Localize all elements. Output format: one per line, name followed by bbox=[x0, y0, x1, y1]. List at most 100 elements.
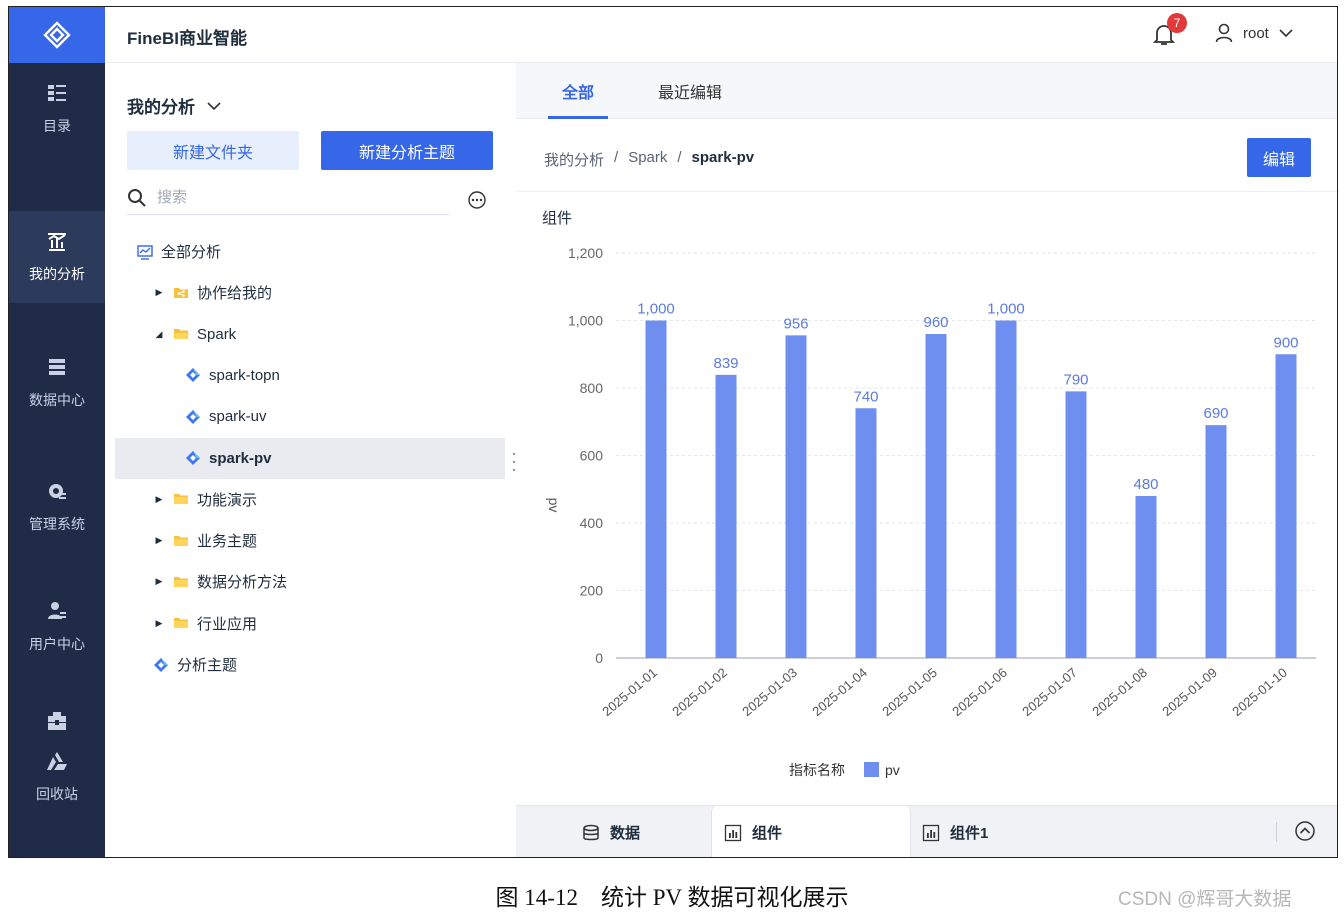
breadcrumb-separator: / bbox=[677, 149, 682, 166]
bottom-tab-widget[interactable]: 组件 bbox=[711, 806, 911, 857]
breadcrumb-current: spark-pv bbox=[691, 149, 755, 166]
bar-chart-icon bbox=[922, 824, 940, 842]
x-tick-label: 2025-01-09 bbox=[1159, 665, 1220, 719]
tree-item[interactable]: 全部分析 bbox=[115, 231, 505, 272]
caret-right-icon[interactable]: ▶ bbox=[153, 494, 165, 505]
breadcrumb: 我的分析 / Spark / spark-pv bbox=[544, 149, 754, 170]
tree-item-label: spark-uv bbox=[209, 408, 267, 426]
folder-open-icon bbox=[173, 326, 189, 342]
caret-right-icon[interactable]: ▶ bbox=[153, 535, 165, 546]
tree-item-label: 数据分析方法 bbox=[197, 574, 288, 592]
tree-item[interactable]: ▶ 数据分析方法 bbox=[115, 561, 505, 602]
panel-title: 我的分析 bbox=[127, 98, 195, 117]
x-tick-label: 2025-01-07 bbox=[1019, 665, 1080, 719]
x-tick-label: 2025-01-05 bbox=[879, 665, 940, 719]
dashboard-icon bbox=[137, 244, 153, 260]
edit-button[interactable]: 编辑 bbox=[1247, 138, 1311, 177]
tree-item[interactable]: spark-topn bbox=[115, 355, 505, 396]
subject-icon bbox=[153, 657, 169, 673]
collapse-up-icon[interactable] bbox=[1294, 820, 1316, 842]
rail-item-recycle-bin[interactable]: 回收站 bbox=[9, 731, 105, 823]
breadcrumb-separator: / bbox=[614, 149, 619, 166]
tree-item[interactable]: ▶ 协作给我的 bbox=[115, 272, 505, 313]
breadcrumb-item[interactable]: Spark bbox=[628, 149, 667, 170]
data-label: 956 bbox=[783, 315, 808, 332]
notification-badge: 7 bbox=[1167, 13, 1187, 33]
x-tick-label: 2025-01-10 bbox=[1229, 665, 1290, 719]
gear-icon bbox=[46, 480, 68, 502]
tab-recent[interactable]: 最近编辑 bbox=[658, 63, 722, 119]
bar bbox=[715, 374, 737, 658]
rail-item-label: 我的分析 bbox=[29, 266, 85, 282]
tab-all[interactable]: 全部 bbox=[547, 63, 609, 119]
y-axis-label: pv bbox=[546, 498, 562, 513]
analysis-sidebar: 我的分析 新建文件夹 新建分析主题 全部分析 ▶ 协作给我的 ◢ Spark spark-… bbox=[105, 63, 516, 857]
panel-title-dropdown[interactable]: 我的分析 bbox=[127, 93, 221, 118]
notification-bell[interactable]: 7 bbox=[1152, 13, 1187, 49]
y-tick-label: 1,000 bbox=[568, 313, 603, 329]
tree-item[interactable]: ▶ 功能演示 bbox=[115, 479, 505, 520]
tree-item[interactable]: ▶ 业务主题 bbox=[115, 520, 505, 561]
rail-item-my-analysis[interactable]: 我的分析 bbox=[9, 211, 105, 303]
caret-right-icon[interactable]: ▶ bbox=[153, 576, 165, 587]
rail-item-label: 数据中心 bbox=[29, 392, 85, 408]
rail-item-user-center[interactable]: 用户中心 bbox=[9, 581, 105, 673]
y-tick-label: 400 bbox=[580, 515, 604, 531]
tree-item[interactable]: 分析主题 bbox=[115, 644, 505, 685]
y-tick-label: 800 bbox=[580, 380, 604, 396]
search-box bbox=[127, 181, 449, 215]
tree-item-label: 功能演示 bbox=[197, 491, 258, 509]
new-subject-button[interactable]: 新建分析主题 bbox=[321, 131, 493, 170]
bottom-tab-data[interactable]: 数据 bbox=[582, 806, 702, 857]
y-tick-label: 200 bbox=[580, 583, 604, 599]
bar bbox=[1135, 496, 1157, 658]
chevron-down-icon bbox=[207, 101, 221, 110]
bar bbox=[785, 335, 807, 658]
tree-item[interactable]: ◢ Spark bbox=[115, 314, 505, 355]
tree-item[interactable]: ▶ 行业应用 bbox=[115, 603, 505, 644]
bottom-tab-widget1[interactable]: 组件1 bbox=[922, 806, 1122, 857]
breadcrumb-item[interactable]: 我的分析 bbox=[544, 149, 604, 170]
user-icon bbox=[1215, 23, 1233, 43]
rail-item-management[interactable]: 管理系统 bbox=[9, 461, 105, 553]
bar-chart: 0 200 400 600 800 1,000 1,200 pv 1,000 2025-01-01… bbox=[546, 245, 1316, 778]
bottom-tab-bar: 数据 组件 组件1 bbox=[516, 805, 1337, 857]
x-tick-label: 2025-01-02 bbox=[669, 665, 730, 719]
logo[interactable] bbox=[9, 7, 105, 63]
rail-item-catalog[interactable]: 目录 bbox=[9, 63, 105, 155]
left-nav-rail: 目录 我的分析 数据中心 管理系统 用户中心 回收站 bbox=[9, 7, 105, 857]
new-folder-button[interactable]: 新建文件夹 bbox=[127, 131, 299, 170]
watermark: CSDN @辉哥大数据 bbox=[1118, 889, 1292, 910]
bar bbox=[855, 408, 877, 658]
rail-item-data-center[interactable]: 数据中心 bbox=[9, 337, 105, 429]
chevron-down-icon bbox=[1279, 29, 1293, 38]
recycle-icon bbox=[46, 750, 68, 772]
rail-item-label: 用户中心 bbox=[29, 636, 85, 652]
rail-item-label: 目录 bbox=[43, 118, 71, 134]
legend-swatch bbox=[864, 762, 879, 777]
x-tick-label: 2025-01-06 bbox=[949, 665, 1010, 719]
rail-item-label: 管理系统 bbox=[29, 516, 85, 532]
tree-item-label: spark-topn bbox=[209, 366, 280, 384]
toolbox-icon[interactable] bbox=[47, 711, 67, 731]
bar bbox=[645, 320, 667, 658]
tree-item[interactable]: spark-pv bbox=[115, 437, 505, 479]
y-tick-label: 1,200 bbox=[568, 245, 603, 261]
search-input[interactable] bbox=[157, 189, 417, 206]
bar-chart-icon bbox=[724, 824, 742, 842]
caret-right-icon[interactable]: ▶ bbox=[153, 287, 165, 298]
tree-item-label: 业务主题 bbox=[197, 533, 258, 551]
bar bbox=[1275, 354, 1297, 658]
data-label: 1,000 bbox=[987, 301, 1025, 318]
bottom-tab-label: 组件 bbox=[752, 825, 783, 842]
subject-icon bbox=[185, 367, 201, 383]
caret-down-icon[interactable]: ◢ bbox=[153, 329, 165, 340]
bar bbox=[1205, 425, 1227, 658]
tree-item-label: 协作给我的 bbox=[197, 285, 273, 303]
user-menu[interactable]: root bbox=[1215, 23, 1293, 43]
more-options-icon[interactable] bbox=[467, 190, 487, 210]
analysis-icon bbox=[46, 230, 68, 252]
caret-right-icon[interactable]: ▶ bbox=[153, 618, 165, 629]
tree-item[interactable]: spark-uv bbox=[115, 396, 505, 437]
data-label: 480 bbox=[1133, 476, 1158, 493]
